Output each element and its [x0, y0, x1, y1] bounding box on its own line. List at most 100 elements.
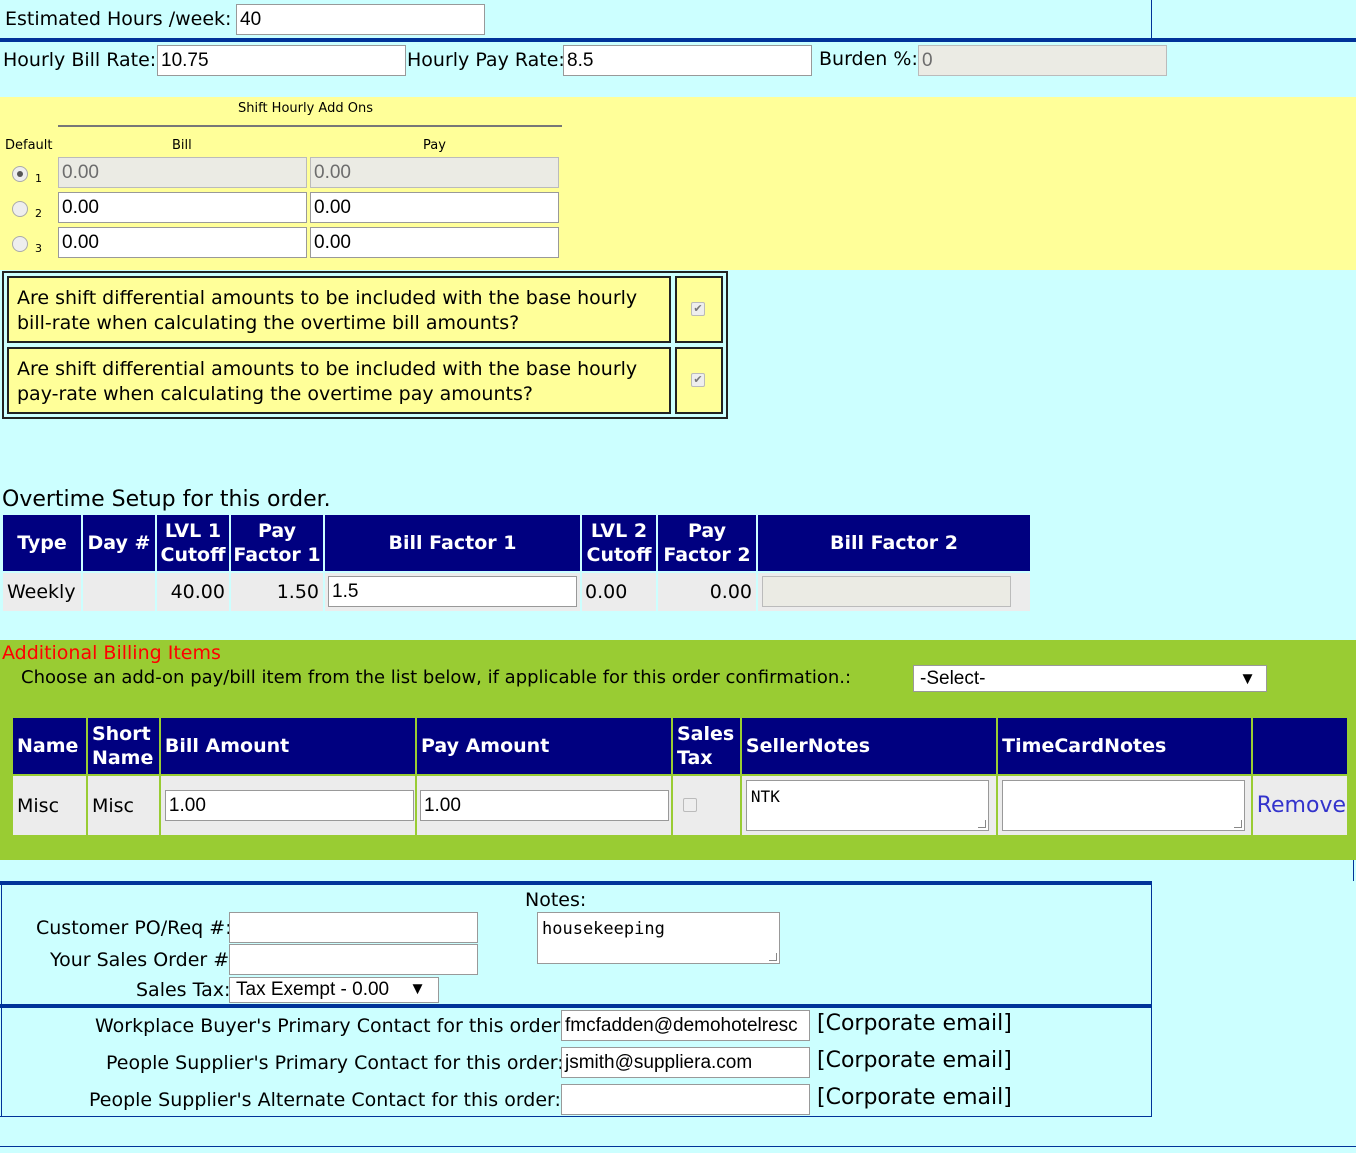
seller-notes-textarea[interactable]: NTK [745, 780, 989, 831]
shift-1-number: 1 [35, 172, 42, 185]
notes-textarea[interactable]: housekeeping [537, 912, 780, 964]
overtime-header-lvl2-cutoff: LVL 2 Cutoff [582, 515, 656, 571]
shift-3-pay-input[interactable]: 0.00 [310, 227, 559, 258]
sales-order-label: Your Sales Order #: [50, 949, 236, 971]
notes-label: Notes: [525, 889, 587, 911]
billing-item-timecard-notes-cell [998, 776, 1251, 835]
overtime-day [83, 573, 155, 611]
timecard-notes-textarea[interactable] [1002, 780, 1246, 831]
overtime-pay-factor-2: 0.00 [658, 573, 756, 611]
hourly-bill-rate-label: Hourly Bill Rate: [3, 49, 157, 71]
divider [0, 1004, 1152, 1008]
buyer-primary-contact-label: Workplace Buyer's Primary Contact for th… [95, 1015, 567, 1037]
divider [0, 38, 1356, 42]
shift-add-ons-title: Shift Hourly Add Ons [238, 101, 373, 116]
estimated-hours-input[interactable]: 40 [236, 4, 485, 35]
divider [0, 1116, 1152, 1117]
shift-3-bill-input[interactable]: 0.00 [58, 227, 307, 258]
shift-1-bill-input: 0.00 [58, 157, 307, 188]
burden-label: Burden %: [819, 48, 918, 70]
default-column-header: Default [5, 138, 53, 153]
billing-item-seller-notes-cell: NTK [741, 776, 997, 835]
overtime-bill-factor-2-cell [758, 573, 1030, 611]
billing-item-pay-cell: 1.00 [416, 776, 671, 835]
add-on-item-label: Choose an add-on pay/bill item from the … [21, 667, 852, 688]
hourly-pay-rate-input[interactable]: 8.5 [563, 45, 812, 76]
billing-header-sales-tax: Sales Tax [672, 718, 740, 774]
checkmark-icon[interactable]: ✔ [691, 302, 705, 316]
buyer-primary-contact-input[interactable]: fmcfadden@demohotelresc [561, 1010, 810, 1041]
shift-2-pay-input[interactable]: 0.00 [310, 192, 559, 223]
billing-item-name: Misc [13, 776, 86, 835]
sales-order-input[interactable] [229, 944, 478, 975]
supplier-alternate-contact-input[interactable] [561, 1084, 810, 1115]
shift-2-bill-input[interactable]: 0.00 [58, 192, 307, 223]
shift-1-default-radio[interactable] [12, 166, 28, 182]
question-pay-overtime: Are shift differential amounts to be inc… [7, 347, 671, 414]
sales-tax-select[interactable]: Tax Exempt - 0.00 ▼ [229, 977, 439, 1003]
billing-item-bill-input[interactable]: 1.00 [164, 790, 414, 821]
customer-po-label: Customer PO/Req #: [36, 917, 232, 939]
supplier-corporate-email-link[interactable]: [Corporate email] [817, 1048, 1012, 1073]
supplier-primary-contact-label: People Supplier's Primary Contact for th… [106, 1052, 564, 1074]
overtime-bill-factor-1-cell: 1.5 [325, 573, 580, 611]
billing-item-bill-cell: 1.00 [160, 776, 415, 835]
estimated-hours-label: Estimated Hours /week: [5, 8, 232, 30]
billing-header-bill-amount: Bill Amount [160, 718, 415, 774]
question-bill-line1: Are shift differential amounts to be inc… [17, 287, 638, 309]
overtime-header-pay-factor-1: Pay Factor 1 [231, 515, 323, 571]
remove-link[interactable]: Remove [1252, 776, 1347, 835]
billing-header-timecard-notes: TimeCardNotes [998, 718, 1251, 774]
dropdown-arrow-icon: ▼ [409, 979, 426, 998]
billing-header-pay-amount: Pay Amount [416, 718, 671, 774]
overtime-title: Overtime Setup for this order. [2, 487, 331, 512]
hourly-pay-rate-label: Hourly Pay Rate: [407, 49, 565, 71]
overtime-pay-factor-1: 1.50 [231, 573, 323, 611]
pay-column-header: Pay [423, 138, 446, 153]
billing-item-sales-tax-cell [672, 776, 740, 835]
question-pay-check-cell: ✔ [675, 347, 723, 414]
overtime-header-type: Type [3, 515, 81, 571]
burden-input: 0 [918, 45, 1167, 76]
hourly-bill-rate-input[interactable]: 10.75 [157, 45, 406, 76]
divider [58, 125, 562, 127]
billing-header-seller-notes: SellerNotes [741, 718, 997, 774]
billing-header-actions [1252, 718, 1347, 774]
overtime-type: Weekly [3, 573, 81, 611]
shift-1-pay-input: 0.00 [310, 157, 559, 188]
checkmark-icon[interactable]: ✔ [691, 373, 705, 387]
alternate-corporate-email-link[interactable]: [Corporate email] [817, 1085, 1012, 1110]
sales-tax-select-value: Tax Exempt - 0.00 [236, 979, 390, 1000]
add-on-item-select-value: -Select- [920, 668, 986, 689]
additional-billing-panel: Additional Billing Items Choose an add-o… [0, 640, 1356, 860]
shift-3-default-radio[interactable] [12, 236, 28, 252]
question-bill-overtime: Are shift differential amounts to be inc… [7, 276, 671, 343]
sales-tax-checkbox[interactable] [682, 798, 697, 812]
divider [0, 1146, 1356, 1147]
question-bill-line2: bill-rate when calculating the overtime … [17, 312, 520, 334]
billing-item-pay-input[interactable]: 1.00 [419, 790, 669, 821]
overtime-bill-factor-1-input[interactable]: 1.5 [328, 576, 577, 607]
supplier-primary-contact-input[interactable]: jsmith@suppliera.com [561, 1047, 810, 1078]
overtime-header-day: Day # [83, 515, 155, 571]
overtime-header-lvl1-cutoff: LVL 1 Cutoff [157, 515, 229, 571]
dropdown-arrow-icon: ▼ [1239, 669, 1256, 688]
add-on-item-select[interactable]: -Select- ▼ [913, 665, 1267, 692]
overtime-bill-factor-2-input [762, 576, 1011, 607]
shift-2-default-radio[interactable] [12, 201, 28, 217]
additional-billing-title: Additional Billing Items [2, 642, 221, 664]
question-pay-line1: Are shift differential amounts to be inc… [17, 358, 638, 380]
sales-tax-label: Sales Tax: [136, 979, 231, 1001]
billing-header-name: Name [13, 718, 86, 774]
overtime-header-pay-factor-2: Pay Factor 2 [658, 515, 756, 571]
buyer-corporate-email-link[interactable]: [Corporate email] [817, 1011, 1012, 1036]
customer-po-input[interactable] [229, 912, 478, 943]
divider [0, 881, 1152, 885]
billing-header-short-name: Short Name [87, 718, 159, 774]
overtime-lvl1-cutoff: 40.00 [157, 573, 229, 611]
billing-item-short-name: Misc [87, 776, 159, 835]
overtime-lvl2-cutoff: 0.00 [582, 573, 656, 611]
question-pay-line2: pay-rate when calculating the overtime p… [17, 383, 533, 405]
bill-column-header: Bill [172, 138, 192, 153]
supplier-alternate-contact-label: People Supplier's Alternate Contact for … [89, 1089, 561, 1111]
